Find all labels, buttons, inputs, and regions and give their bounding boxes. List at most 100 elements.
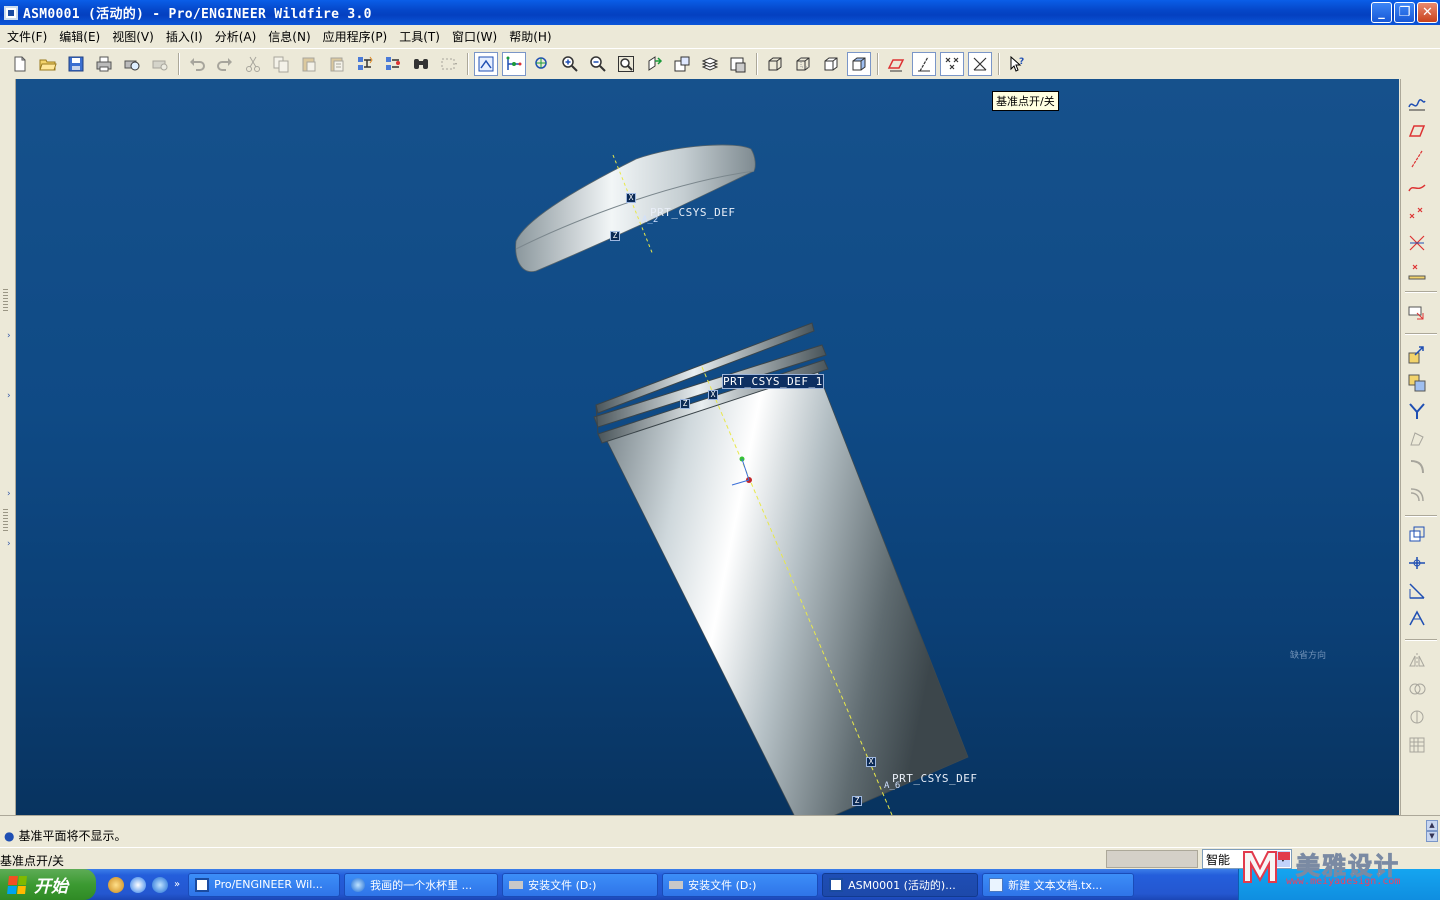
expand-arrow-icon[interactable]: ›: [7, 391, 11, 401]
shell-icon[interactable]: [1404, 579, 1430, 603]
paste-icon[interactable]: [297, 52, 321, 76]
redo-icon[interactable]: [213, 52, 237, 76]
taskbar-button-drive-2[interactable]: 安装文件 (D:): [662, 872, 819, 897]
zoom-in-icon[interactable]: [558, 52, 582, 76]
app-icon[interactable]: [4, 5, 18, 20]
taskbar-button-asm[interactable]: ASM0001 (活动的)...: [822, 872, 979, 897]
menu-analysis[interactable]: 分析(A): [210, 28, 264, 45]
expand-arrow-icon[interactable]: ›: [7, 331, 11, 341]
taskbar-button-drive-1[interactable]: 安装文件 (D:): [502, 872, 659, 897]
lid-axis-label[interactable]: A_2: [642, 215, 658, 225]
draft-icon[interactable]: [1404, 551, 1430, 575]
datum-csys-icon[interactable]: [1404, 301, 1430, 325]
start-button[interactable]: 开始: [0, 869, 96, 900]
sash-grip[interactable]: [3, 509, 8, 533]
save-icon[interactable]: [64, 52, 88, 76]
browser-icon[interactable]: [152, 876, 168, 893]
graphics-window[interactable]: 基准点开/关 X PRT_CSYS_DEF A_2 Z X PRT_CSYS_D…: [16, 79, 1399, 815]
zoom-out-icon[interactable]: [586, 52, 610, 76]
menu-help[interactable]: 帮助(H): [504, 28, 558, 45]
open-icon[interactable]: [36, 52, 60, 76]
scroll-up-button[interactable]: ▲: [1426, 820, 1438, 831]
create-component-icon[interactable]: [1404, 399, 1430, 423]
restore-button[interactable]: ❐: [1394, 2, 1415, 23]
cup-top-csys-label[interactable]: PRT_CSYS_DEF_1: [722, 374, 824, 389]
datum-point-icon[interactable]: [1404, 203, 1430, 227]
shading-icon[interactable]: [847, 52, 871, 76]
select-box-icon[interactable]: [437, 52, 461, 76]
media-player-icon[interactable]: [130, 876, 146, 893]
more-chevron-icon[interactable]: »: [174, 879, 180, 890]
offset-point-icon[interactable]: [1404, 231, 1430, 255]
find-icon[interactable]: [409, 52, 433, 76]
cup-bottom-csys-label[interactable]: PRT_CSYS_DEF: [892, 772, 977, 785]
merge-icon[interactable]: [1404, 677, 1430, 701]
spin-center-icon[interactable]: [502, 52, 526, 76]
copy-icon[interactable]: [269, 52, 293, 76]
skeleton-icon[interactable]: [1404, 427, 1430, 451]
menu-edit[interactable]: 编辑(E): [54, 28, 107, 45]
taskbar-button-notepad[interactable]: 新建 文本文档.tx...: [982, 872, 1135, 897]
datum-points-icon[interactable]: [940, 52, 964, 76]
message-scrollbar[interactable]: ▲ ▼: [1426, 820, 1438, 844]
saved-views-icon[interactable]: [670, 52, 694, 76]
hole-icon[interactable]: [1404, 455, 1430, 479]
rib-icon[interactable]: [1404, 607, 1430, 631]
menu-tools[interactable]: 工具(T): [394, 28, 447, 45]
menu-view[interactable]: 视图(V): [107, 28, 161, 45]
wireframe-icon[interactable]: [763, 52, 787, 76]
datum-axis-icon[interactable]: [1404, 147, 1430, 171]
app-launch-icon[interactable]: [108, 876, 124, 893]
menu-applications[interactable]: 应用程序(P): [318, 28, 395, 45]
close-button[interactable]: ✕: [1417, 2, 1438, 23]
lid-csys-label[interactable]: PRT_CSYS_DEF: [650, 206, 735, 219]
feature-toolbar: [1400, 79, 1440, 815]
round-icon[interactable]: [1404, 483, 1430, 507]
regenerate-icon[interactable]: [353, 52, 377, 76]
taskbar-button-browser[interactable]: 我画的一个水杯里 ...: [344, 872, 499, 897]
pattern-icon[interactable]: [1404, 733, 1430, 757]
taskbar-button-proe[interactable]: Pro/ENGINEER Wil...: [188, 872, 341, 897]
cut-icon[interactable]: [241, 52, 265, 76]
context-help-icon[interactable]: ?: [1005, 52, 1029, 76]
orient-mode-icon[interactable]: [530, 52, 554, 76]
no-hidden-icon[interactable]: [819, 52, 843, 76]
view-manager-icon[interactable]: [726, 52, 750, 76]
menu-window[interactable]: 窗口(W): [447, 28, 504, 45]
menu-info[interactable]: 信息(N): [263, 28, 317, 45]
hidden-line-icon[interactable]: [791, 52, 815, 76]
cup-axis-label[interactable]: A_6: [884, 781, 900, 791]
email-icon[interactable]: [148, 52, 172, 76]
expand-arrow-icon[interactable]: ›: [7, 489, 11, 499]
scroll-down-button[interactable]: ▼: [1426, 831, 1438, 842]
sash-grip[interactable]: [3, 289, 8, 313]
chamfer-icon[interactable]: [1404, 523, 1430, 547]
menu-file[interactable]: 文件(F): [2, 28, 54, 45]
repaint-icon[interactable]: [474, 52, 498, 76]
left-sash[interactable]: › › › ›: [0, 79, 16, 815]
paste-special-icon[interactable]: [325, 52, 349, 76]
reorient-icon[interactable]: [642, 52, 666, 76]
mirror-icon[interactable]: [1404, 649, 1430, 673]
print-icon[interactable]: [92, 52, 116, 76]
print-preview-icon[interactable]: [120, 52, 144, 76]
datum-plane-icon[interactable]: [1404, 119, 1430, 143]
datum-curve-icon[interactable]: [1404, 175, 1430, 199]
regen-manager-icon[interactable]: [381, 52, 405, 76]
minimize-button[interactable]: _: [1371, 2, 1392, 23]
expand-arrow-icon[interactable]: ›: [7, 539, 11, 549]
datum-axes-icon[interactable]: [912, 52, 936, 76]
refit-icon[interactable]: [614, 52, 638, 76]
undo-icon[interactable]: [185, 52, 209, 76]
datum-planes-icon[interactable]: [884, 52, 908, 76]
new-icon[interactable]: [8, 52, 32, 76]
field-point-icon[interactable]: [1404, 259, 1430, 283]
menu-insert[interactable]: 插入(I): [161, 28, 210, 45]
insert-component-icon[interactable]: [1404, 371, 1430, 395]
layers-icon[interactable]: [698, 52, 722, 76]
cutout-icon[interactable]: [1404, 705, 1430, 729]
sketch-datum-curve-icon[interactable]: [1404, 91, 1430, 115]
analysis-feature-icon[interactable]: [1404, 343, 1430, 367]
csys-icon[interactable]: [968, 52, 992, 76]
title-bar[interactable]: ASM0001 (活动的) - Pro/ENGINEER Wildfire 3.…: [0, 0, 1440, 25]
